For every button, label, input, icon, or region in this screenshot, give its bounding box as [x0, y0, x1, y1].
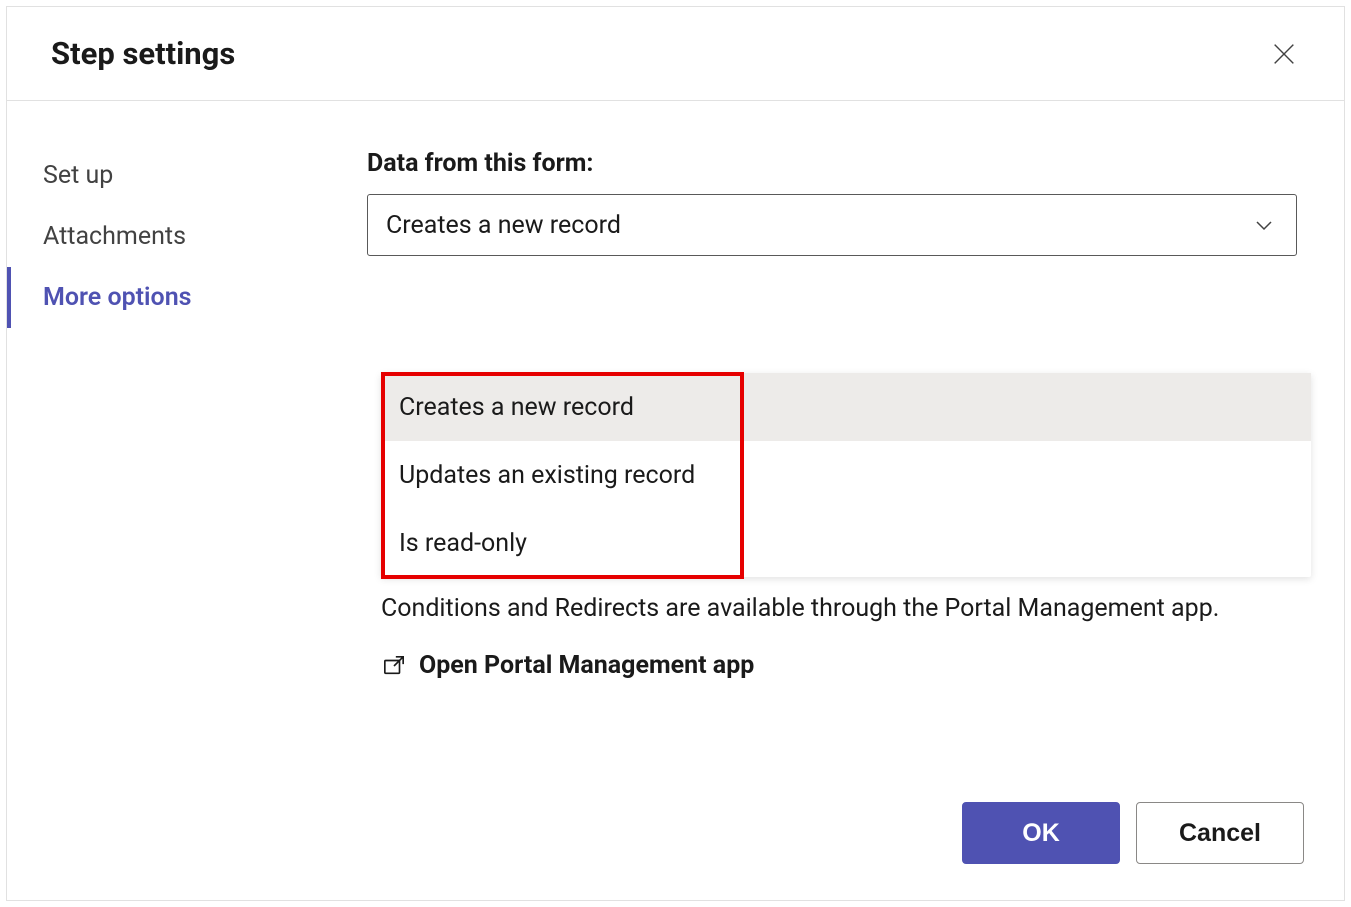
close-button[interactable] [1266, 36, 1302, 72]
cancel-button[interactable]: Cancel [1136, 802, 1304, 864]
info-text: Conditions and Redirects are available t… [381, 591, 1311, 627]
cancel-button-label: Cancel [1179, 819, 1261, 848]
sidebar-item-label: Set up [43, 161, 113, 190]
data-from-form-dropdown: Creates a new record Updates an existing… [381, 373, 1311, 577]
sidebar-item-more-options[interactable]: More options [7, 267, 367, 328]
open-link-label: Open Portal Management app [419, 651, 754, 680]
dropdown-option-updates-existing[interactable]: Updates an existing record [381, 441, 1311, 509]
dropdown-option-label: Updates an existing record [399, 461, 695, 490]
dialog-header: Step settings [7, 7, 1344, 101]
sidebar-item-label: Attachments [43, 222, 186, 251]
step-settings-dialog: Step settings Set up Attachments More op… [6, 6, 1345, 901]
open-portal-management-link[interactable]: Open Portal Management app [381, 651, 754, 680]
sidebar: Set up Attachments More options [7, 101, 367, 802]
dialog-title: Step settings [51, 35, 235, 72]
chevron-down-icon [1252, 213, 1276, 237]
sidebar-item-label: More options [43, 283, 192, 312]
ok-button-label: OK [1022, 819, 1060, 848]
dialog-body: Set up Attachments More options Data fro… [7, 101, 1344, 802]
sidebar-item-setup[interactable]: Set up [7, 145, 367, 206]
external-link-icon [381, 655, 407, 677]
dropdown-option-label: Is read-only [399, 529, 527, 558]
data-from-form-select[interactable]: Creates a new record [367, 194, 1297, 256]
select-value: Creates a new record [386, 211, 621, 240]
dropdown-option-label: Creates a new record [399, 393, 634, 422]
ok-button[interactable]: OK [962, 802, 1120, 864]
close-icon [1270, 40, 1298, 68]
sidebar-item-attachments[interactable]: Attachments [7, 206, 367, 267]
data-from-form-label: Data from this form: [367, 149, 1304, 178]
dialog-footer: OK Cancel [7, 802, 1344, 900]
dropdown-option-read-only[interactable]: Is read-only [381, 509, 1311, 577]
dropdown-option-creates-new[interactable]: Creates a new record [381, 373, 1311, 441]
